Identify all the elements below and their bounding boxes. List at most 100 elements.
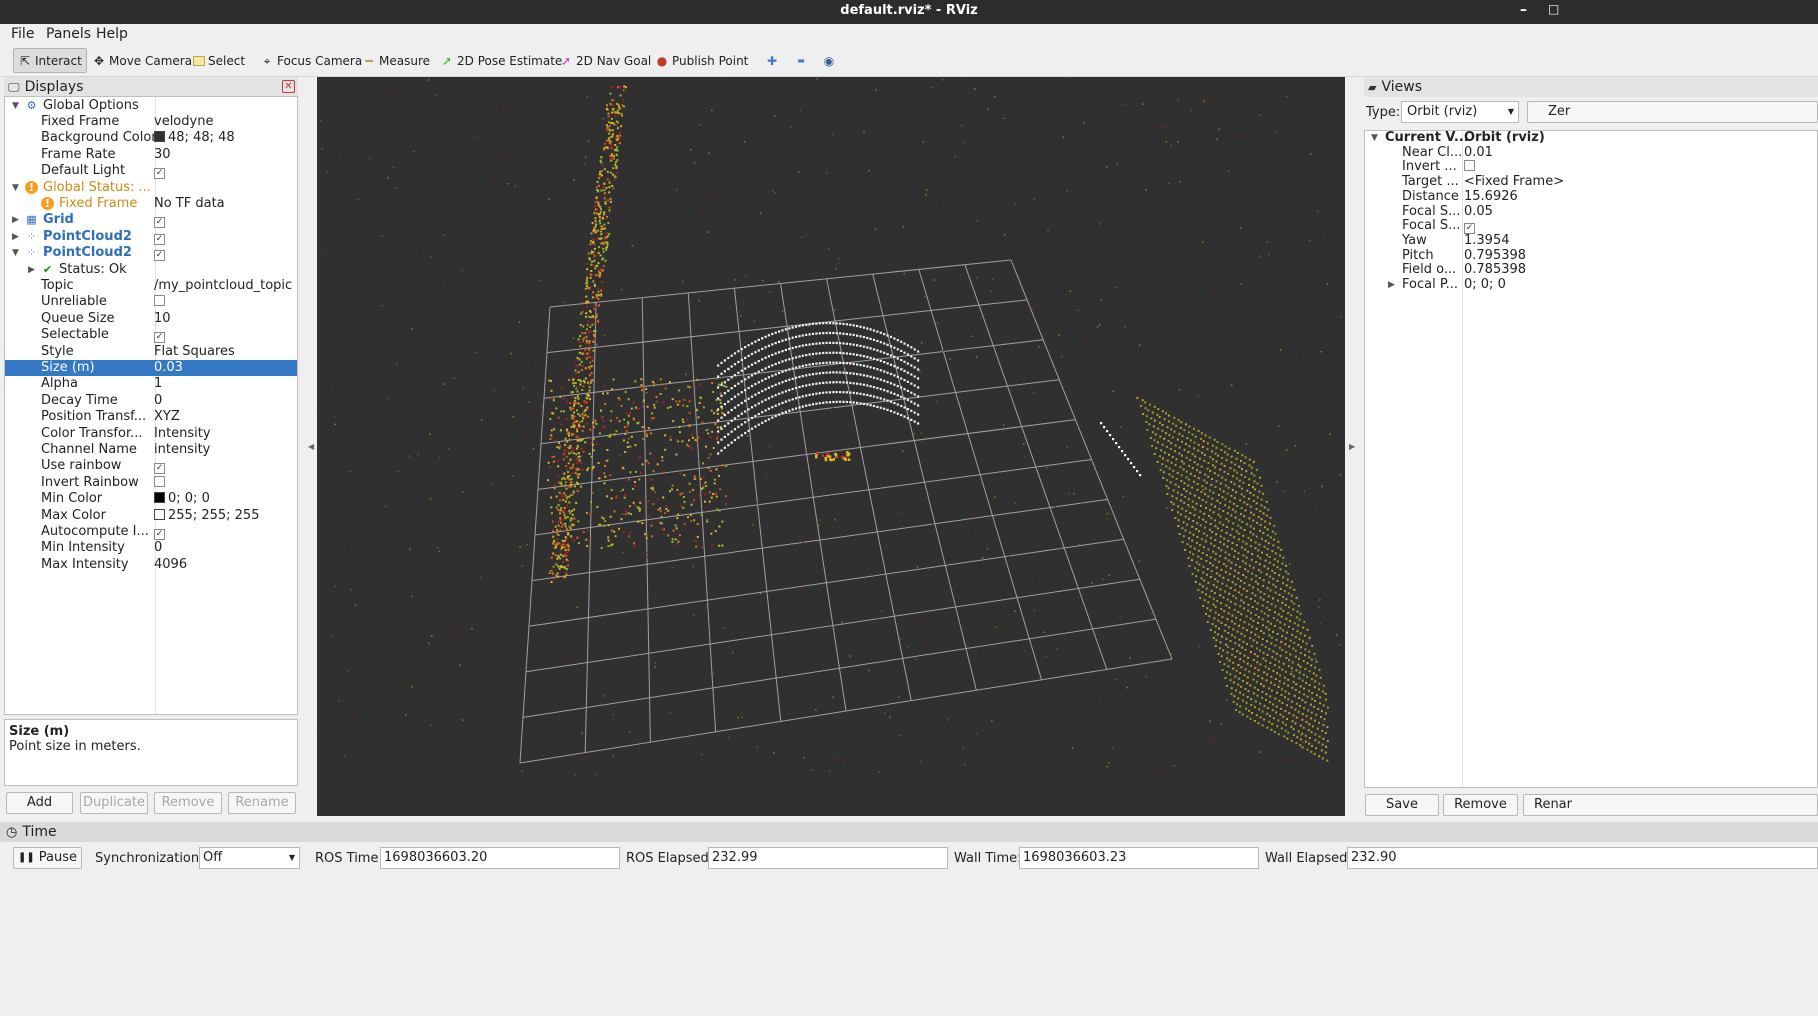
display-property-row[interactable]: Color Transfor... Intensity (5, 426, 297, 442)
view-property-row[interactable]: Field o... 0.785398 (1365, 263, 1817, 278)
view-property-row[interactable]: Near Cl... 0.01 (1365, 145, 1817, 161)
color-swatch[interactable] (154, 508, 165, 520)
save-view-button[interactable]: Save (1365, 794, 1439, 816)
display-property-row[interactable]: Position Transf... XYZ (5, 409, 297, 425)
checkbox[interactable]: ✓ (154, 463, 165, 475)
view-options-button[interactable]: ◉ (818, 48, 840, 73)
view-property-value[interactable] (1464, 160, 1475, 174)
view-property-row[interactable]: Distance 15.6926 (1365, 189, 1817, 205)
views-tree[interactable]: ▼ Current V... Orbit (rviz) Near Cl... 0.01 I… (1364, 130, 1818, 788)
property-value[interactable]: 48; 48; 48 (154, 130, 235, 146)
checkbox[interactable]: ✓ (154, 528, 165, 540)
property-value[interactable]: intensity (154, 442, 210, 458)
display-property-row[interactable]: ▶ ▦ Grid ✓ (5, 212, 297, 229)
expand-down-icon[interactable]: ▼ (12, 180, 19, 196)
display-property-row[interactable]: Fixed Frame velodyne (5, 114, 297, 130)
display-property-row[interactable]: ▶ ✔ Status: Ok (5, 262, 297, 278)
view-property-row[interactable]: Invert ... (1365, 160, 1817, 175)
view-property-value[interactable]: 0.785398 (1464, 263, 1526, 277)
view-type-select[interactable]: Orbit (rviz) ▼ (1401, 101, 1519, 123)
property-value[interactable]: ✓ (154, 212, 165, 229)
left-splitter-handle[interactable]: ◀ (308, 442, 314, 451)
display-property-row[interactable]: Channel Name intensity (5, 442, 297, 458)
displays-tree[interactable]: ▼ ⚙ Global Options Fixed Frame velodyne Backg… (4, 96, 298, 715)
display-property-row[interactable]: Frame Rate 30 (5, 147, 297, 163)
display-property-row[interactable]: ▶ ⁘ PointCloud2 ✓ (5, 229, 297, 245)
checkbox[interactable]: ✓ (154, 332, 165, 344)
view-property-value[interactable]: 0; 0; 0 (1464, 278, 1506, 292)
display-property-row[interactable]: Max Color 255; 255; 255 (5, 508, 297, 524)
duplicate-display-button[interactable]: Duplicate (80, 792, 148, 814)
maximize-icon[interactable]: □ (1548, 2, 1559, 16)
checkbox[interactable]: ✓ (154, 168, 165, 180)
view-property-value[interactable]: Orbit (rviz) (1464, 131, 1545, 145)
property-value[interactable]: Intensity (154, 426, 211, 442)
property-value[interactable]: ✓ (154, 524, 165, 540)
property-value[interactable]: 0; 0; 0 (154, 491, 210, 507)
remove-tool-button[interactable]: ▬ (790, 48, 812, 73)
sync-select[interactable]: Off ▼ (199, 847, 300, 869)
property-value[interactable] (154, 475, 165, 491)
wall-elapsed-field[interactable]: 232.90 (1347, 847, 1818, 869)
property-value[interactable]: 1 (154, 376, 162, 392)
display-property-row[interactable]: Use rainbow ✓ (5, 458, 297, 475)
view-property-value[interactable]: <Fixed Frame> (1464, 175, 1564, 189)
menu-file[interactable]: File (11, 26, 34, 42)
expand-right-icon[interactable]: ▶ (1388, 278, 1395, 292)
3d-viewport[interactable] (317, 77, 1345, 816)
measure-tool-button[interactable]: ━ Measure (358, 48, 434, 73)
display-property-row[interactable]: Background Color 48; 48; 48 (5, 130, 297, 146)
rename-display-button[interactable]: Rename (228, 792, 296, 814)
display-property-row[interactable]: Size (m) 0.03 (5, 359, 297, 377)
property-value[interactable]: ✓ (154, 245, 165, 262)
display-property-row[interactable]: Alpha 1 (5, 376, 297, 392)
menu-help[interactable]: Help (96, 26, 128, 42)
close-icon[interactable]: ✕ (282, 80, 295, 93)
ros-elapsed-field[interactable]: 232.99 (708, 847, 948, 869)
remove-view-button[interactable]: Remove (1443, 794, 1518, 816)
property-value[interactable]: XYZ (154, 409, 180, 425)
publish-point-tool-button[interactable]: ● Publish Point (651, 48, 752, 73)
view-property-value[interactable]: 1.3954 (1464, 233, 1510, 248)
zero-view-button[interactable]: Zer (1527, 101, 1818, 123)
move-camera-tool-button[interactable]: ✥ Move Camera (88, 48, 196, 73)
nav-goal-tool-button[interactable]: ➚ 2D Nav Goal (555, 48, 655, 73)
pose-estimate-tool-button[interactable]: ➚ 2D Pose Estimate (436, 48, 566, 73)
right-splitter-handle[interactable]: ▶ (1349, 442, 1355, 451)
property-value[interactable] (154, 294, 165, 310)
view-property-value[interactable]: 0.01 (1464, 145, 1493, 160)
property-value[interactable]: 10 (154, 311, 171, 327)
interact-tool-button[interactable]: ⇱ Interact (13, 48, 87, 73)
property-value[interactable]: ✓ (154, 458, 165, 475)
display-property-row[interactable]: Max Intensity 4096 (5, 557, 297, 573)
rename-view-button[interactable]: Renar (1523, 794, 1818, 816)
property-value[interactable]: 0 (154, 540, 162, 556)
display-property-row[interactable]: Invert Rainbow (5, 475, 297, 491)
checkbox[interactable] (1464, 160, 1475, 172)
property-value[interactable]: velodyne (154, 114, 213, 130)
add-display-button[interactable]: Add (6, 792, 73, 814)
expand-down-icon[interactable]: ▼ (12, 245, 19, 261)
view-property-value[interactable]: 15.6926 (1464, 189, 1518, 204)
remove-display-button[interactable]: Remove (154, 792, 222, 814)
display-property-row[interactable]: ▼! Global Status: ... (5, 180, 297, 196)
display-property-row[interactable]: Selectable ✓ (5, 327, 297, 344)
property-value[interactable]: 30 (154, 147, 171, 163)
view-property-row[interactable]: Pitch 0.795398 (1365, 248, 1817, 264)
property-value[interactable]: No TF data (154, 196, 225, 212)
display-property-row[interactable]: Min Color 0; 0; 0 (5, 491, 297, 507)
view-property-value[interactable]: 0.795398 (1464, 248, 1526, 263)
expand-right-icon[interactable]: ▶ (12, 212, 19, 228)
property-value[interactable]: ✓ (154, 327, 165, 344)
wall-time-field[interactable]: 1698036603.23 (1019, 847, 1259, 869)
view-property-row[interactable]: Focal S... ✓ (1365, 219, 1817, 235)
ros-time-field[interactable]: 1698036603.20 (380, 847, 620, 869)
checkbox[interactable] (154, 475, 165, 487)
menu-panels[interactable]: Panels (46, 26, 91, 42)
property-value[interactable]: Flat Squares (154, 344, 235, 360)
view-property-row[interactable]: Focal S... 0.05 (1365, 204, 1817, 220)
view-property-row[interactable]: ▼ Current V... Orbit (rviz) (1365, 131, 1817, 146)
view-property-row[interactable]: Yaw 1.3954 (1365, 233, 1817, 249)
pause-button[interactable]: ❚❚ Pause (13, 847, 82, 869)
checkbox[interactable]: ✓ (154, 233, 165, 245)
